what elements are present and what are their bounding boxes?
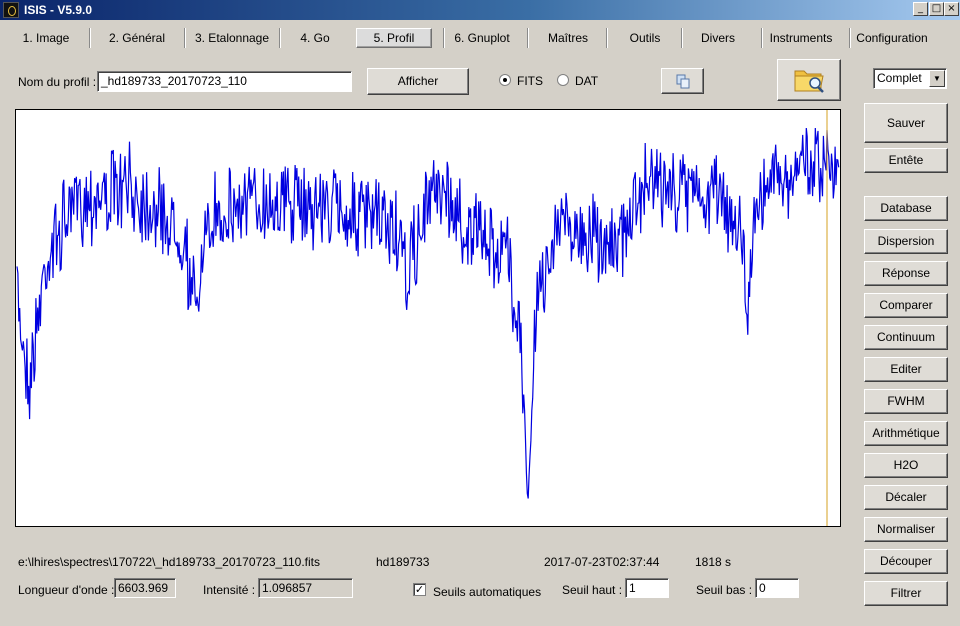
normalize-button[interactable]: Normaliser bbox=[864, 517, 948, 542]
chevron-down-icon[interactable]: ▼ bbox=[929, 70, 945, 87]
tab-separator bbox=[606, 28, 607, 48]
tab-separator bbox=[443, 28, 444, 48]
tab-instruments[interactable]: Instruments bbox=[766, 30, 836, 48]
tab-image[interactable]: 1. Image bbox=[14, 30, 78, 48]
mode-select[interactable]: Complet ▼ bbox=[873, 68, 947, 89]
continuum-button[interactable]: Continuum bbox=[864, 325, 948, 350]
arithmetic-button[interactable]: Arithmétique bbox=[864, 421, 948, 446]
tab-separator bbox=[849, 28, 850, 48]
exposure-time: 1818 s bbox=[695, 555, 732, 569]
tab-general[interactable]: 2. Général bbox=[100, 30, 174, 48]
dat-radio[interactable] bbox=[557, 74, 569, 86]
maximize-icon[interactable]: □ bbox=[929, 2, 944, 16]
tab-separator bbox=[279, 28, 280, 48]
auto-threshold-label: Seuils automatiques bbox=[433, 585, 542, 599]
copy-button[interactable] bbox=[661, 68, 704, 94]
low-threshold-label: Seuil bas : bbox=[696, 583, 753, 597]
spectrum-plot[interactable] bbox=[15, 109, 841, 527]
database-button[interactable]: Database bbox=[864, 196, 948, 221]
copy-icon bbox=[676, 74, 690, 89]
tab-divers[interactable]: Divers bbox=[690, 30, 746, 48]
tab-separator bbox=[527, 28, 528, 48]
save-button[interactable]: Sauver bbox=[864, 103, 948, 143]
tab-maitres[interactable]: Maîtres bbox=[538, 30, 598, 48]
dispersion-button[interactable]: Dispersion bbox=[864, 229, 948, 254]
fits-radio[interactable] bbox=[499, 74, 511, 86]
response-button[interactable]: Réponse bbox=[864, 261, 948, 286]
wavelength-value: 6603.969 bbox=[114, 578, 176, 598]
high-threshold-label: Seuil haut : bbox=[562, 583, 623, 597]
window-title: ISIS - V5.9.0 bbox=[24, 3, 93, 17]
tab-go[interactable]: 4. Go bbox=[290, 30, 340, 48]
shift-button[interactable]: Décaler bbox=[864, 485, 948, 510]
tab-separator bbox=[184, 28, 185, 48]
fits-label: FITS bbox=[517, 74, 543, 88]
wavelength-label: Longueur d'onde : bbox=[18, 583, 115, 597]
close-icon[interactable]: × bbox=[944, 2, 959, 16]
tab-etalonnage[interactable]: 3. Etalonnage bbox=[190, 30, 274, 48]
intensity-label: Intensité : bbox=[203, 583, 256, 597]
tab-configuration[interactable]: Configuration bbox=[856, 30, 928, 48]
spectrum-line bbox=[16, 127, 840, 499]
tab-gnuplot[interactable]: 6. Gnuplot bbox=[450, 30, 514, 48]
profile-name-label: Nom du profil : bbox=[18, 75, 97, 89]
file-path: e:\lhires\spectres\170722\_hd189733_2017… bbox=[18, 555, 321, 569]
tab-profil[interactable]: 5. Profil bbox=[356, 28, 432, 48]
intensity-value: 1.096857 bbox=[258, 578, 353, 598]
object-name: hd189733 bbox=[376, 555, 430, 569]
tab-separator bbox=[761, 28, 762, 48]
minimize-icon[interactable]: _ bbox=[913, 2, 928, 16]
high-threshold-input[interactable]: 1 bbox=[625, 578, 669, 598]
title-bar: ISIS - V5.9.0 _ □ × bbox=[0, 0, 960, 20]
tab-separator bbox=[89, 28, 90, 48]
observation-date: 2017-07-23T02:37:44 bbox=[544, 555, 660, 569]
dat-label: DAT bbox=[575, 74, 599, 88]
tab-bar: 1. Image 2. Général 3. Etalonnage 4. Go … bbox=[0, 24, 960, 52]
mode-select-value: Complet bbox=[877, 71, 922, 85]
auto-threshold-checkbox[interactable]: ✓ bbox=[413, 583, 426, 596]
tab-outils[interactable]: Outils bbox=[618, 30, 672, 48]
h2o-button[interactable]: H2O bbox=[864, 453, 948, 478]
fwhm-button[interactable]: FWHM bbox=[864, 389, 948, 414]
crop-button[interactable]: Découper bbox=[864, 549, 948, 574]
compare-button[interactable]: Comparer bbox=[864, 293, 948, 318]
folder-search-icon bbox=[794, 70, 824, 93]
edit-button[interactable]: Editer bbox=[864, 357, 948, 382]
show-button[interactable]: Afficher bbox=[367, 68, 469, 95]
header-button[interactable]: Entête bbox=[864, 148, 948, 173]
tab-separator bbox=[681, 28, 682, 48]
open-file-button[interactable] bbox=[777, 59, 841, 101]
low-threshold-input[interactable]: 0 bbox=[755, 578, 799, 598]
profile-name-input[interactable]: _hd189733_20170723_110 bbox=[97, 71, 352, 92]
app-icon bbox=[3, 2, 19, 18]
spectrum-canvas bbox=[16, 110, 840, 526]
filter-button[interactable]: Filtrer bbox=[864, 581, 948, 606]
